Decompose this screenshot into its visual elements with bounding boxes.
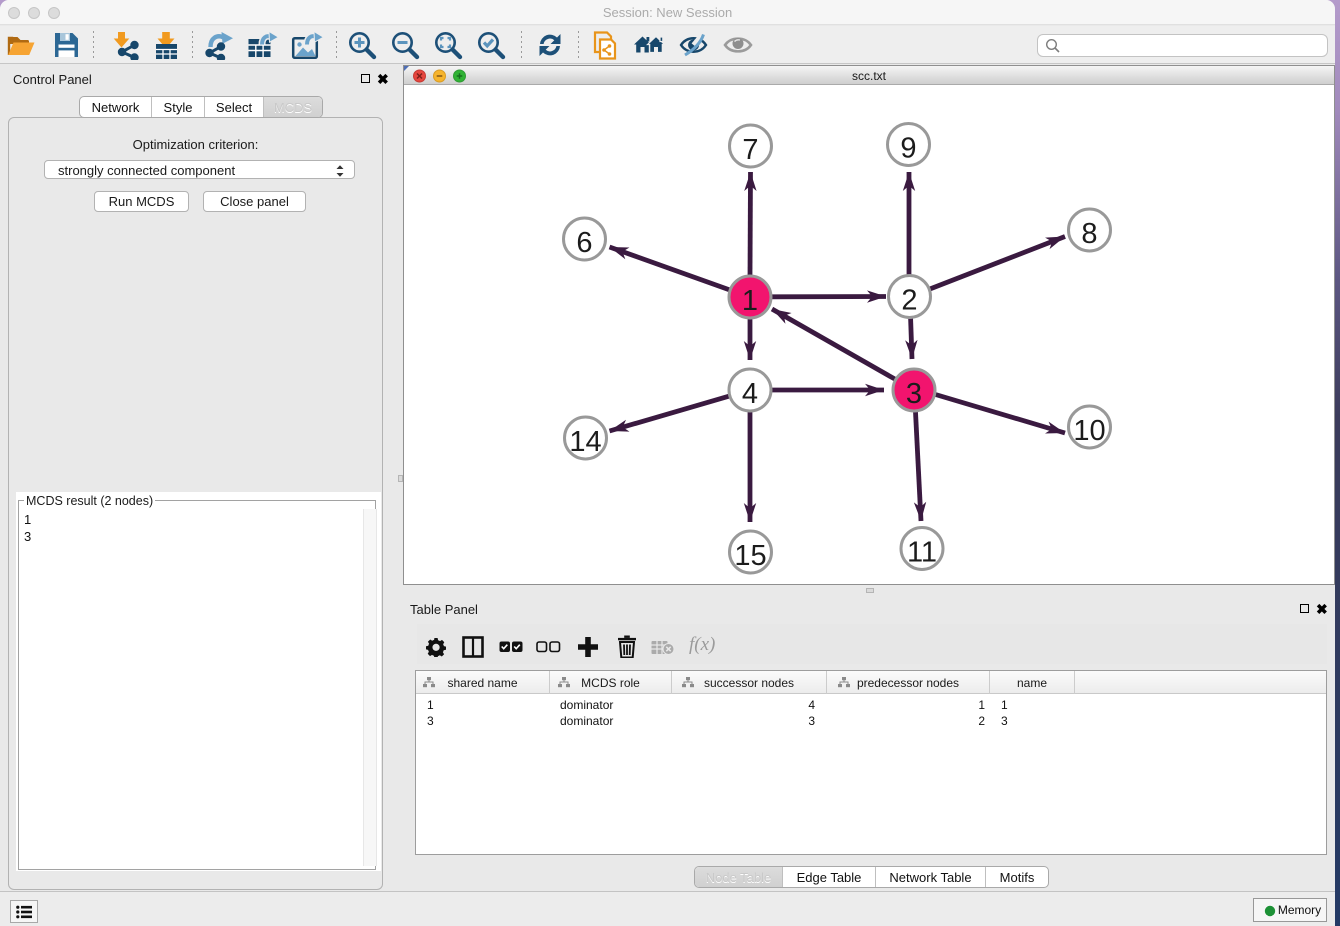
svg-text:2: 2 (901, 285, 917, 317)
svg-text:4: 4 (742, 378, 758, 410)
svg-text:6: 6 (576, 227, 592, 259)
svg-text:14: 14 (569, 426, 601, 458)
svg-text:1: 1 (742, 285, 758, 317)
svg-text:10: 10 (1073, 415, 1105, 447)
svg-text:15: 15 (734, 540, 766, 572)
svg-text:9: 9 (900, 133, 916, 165)
svg-text:3: 3 (906, 378, 922, 410)
svg-text:11: 11 (907, 537, 937, 569)
svg-text:8: 8 (1081, 218, 1097, 250)
svg-text:7: 7 (742, 134, 758, 166)
